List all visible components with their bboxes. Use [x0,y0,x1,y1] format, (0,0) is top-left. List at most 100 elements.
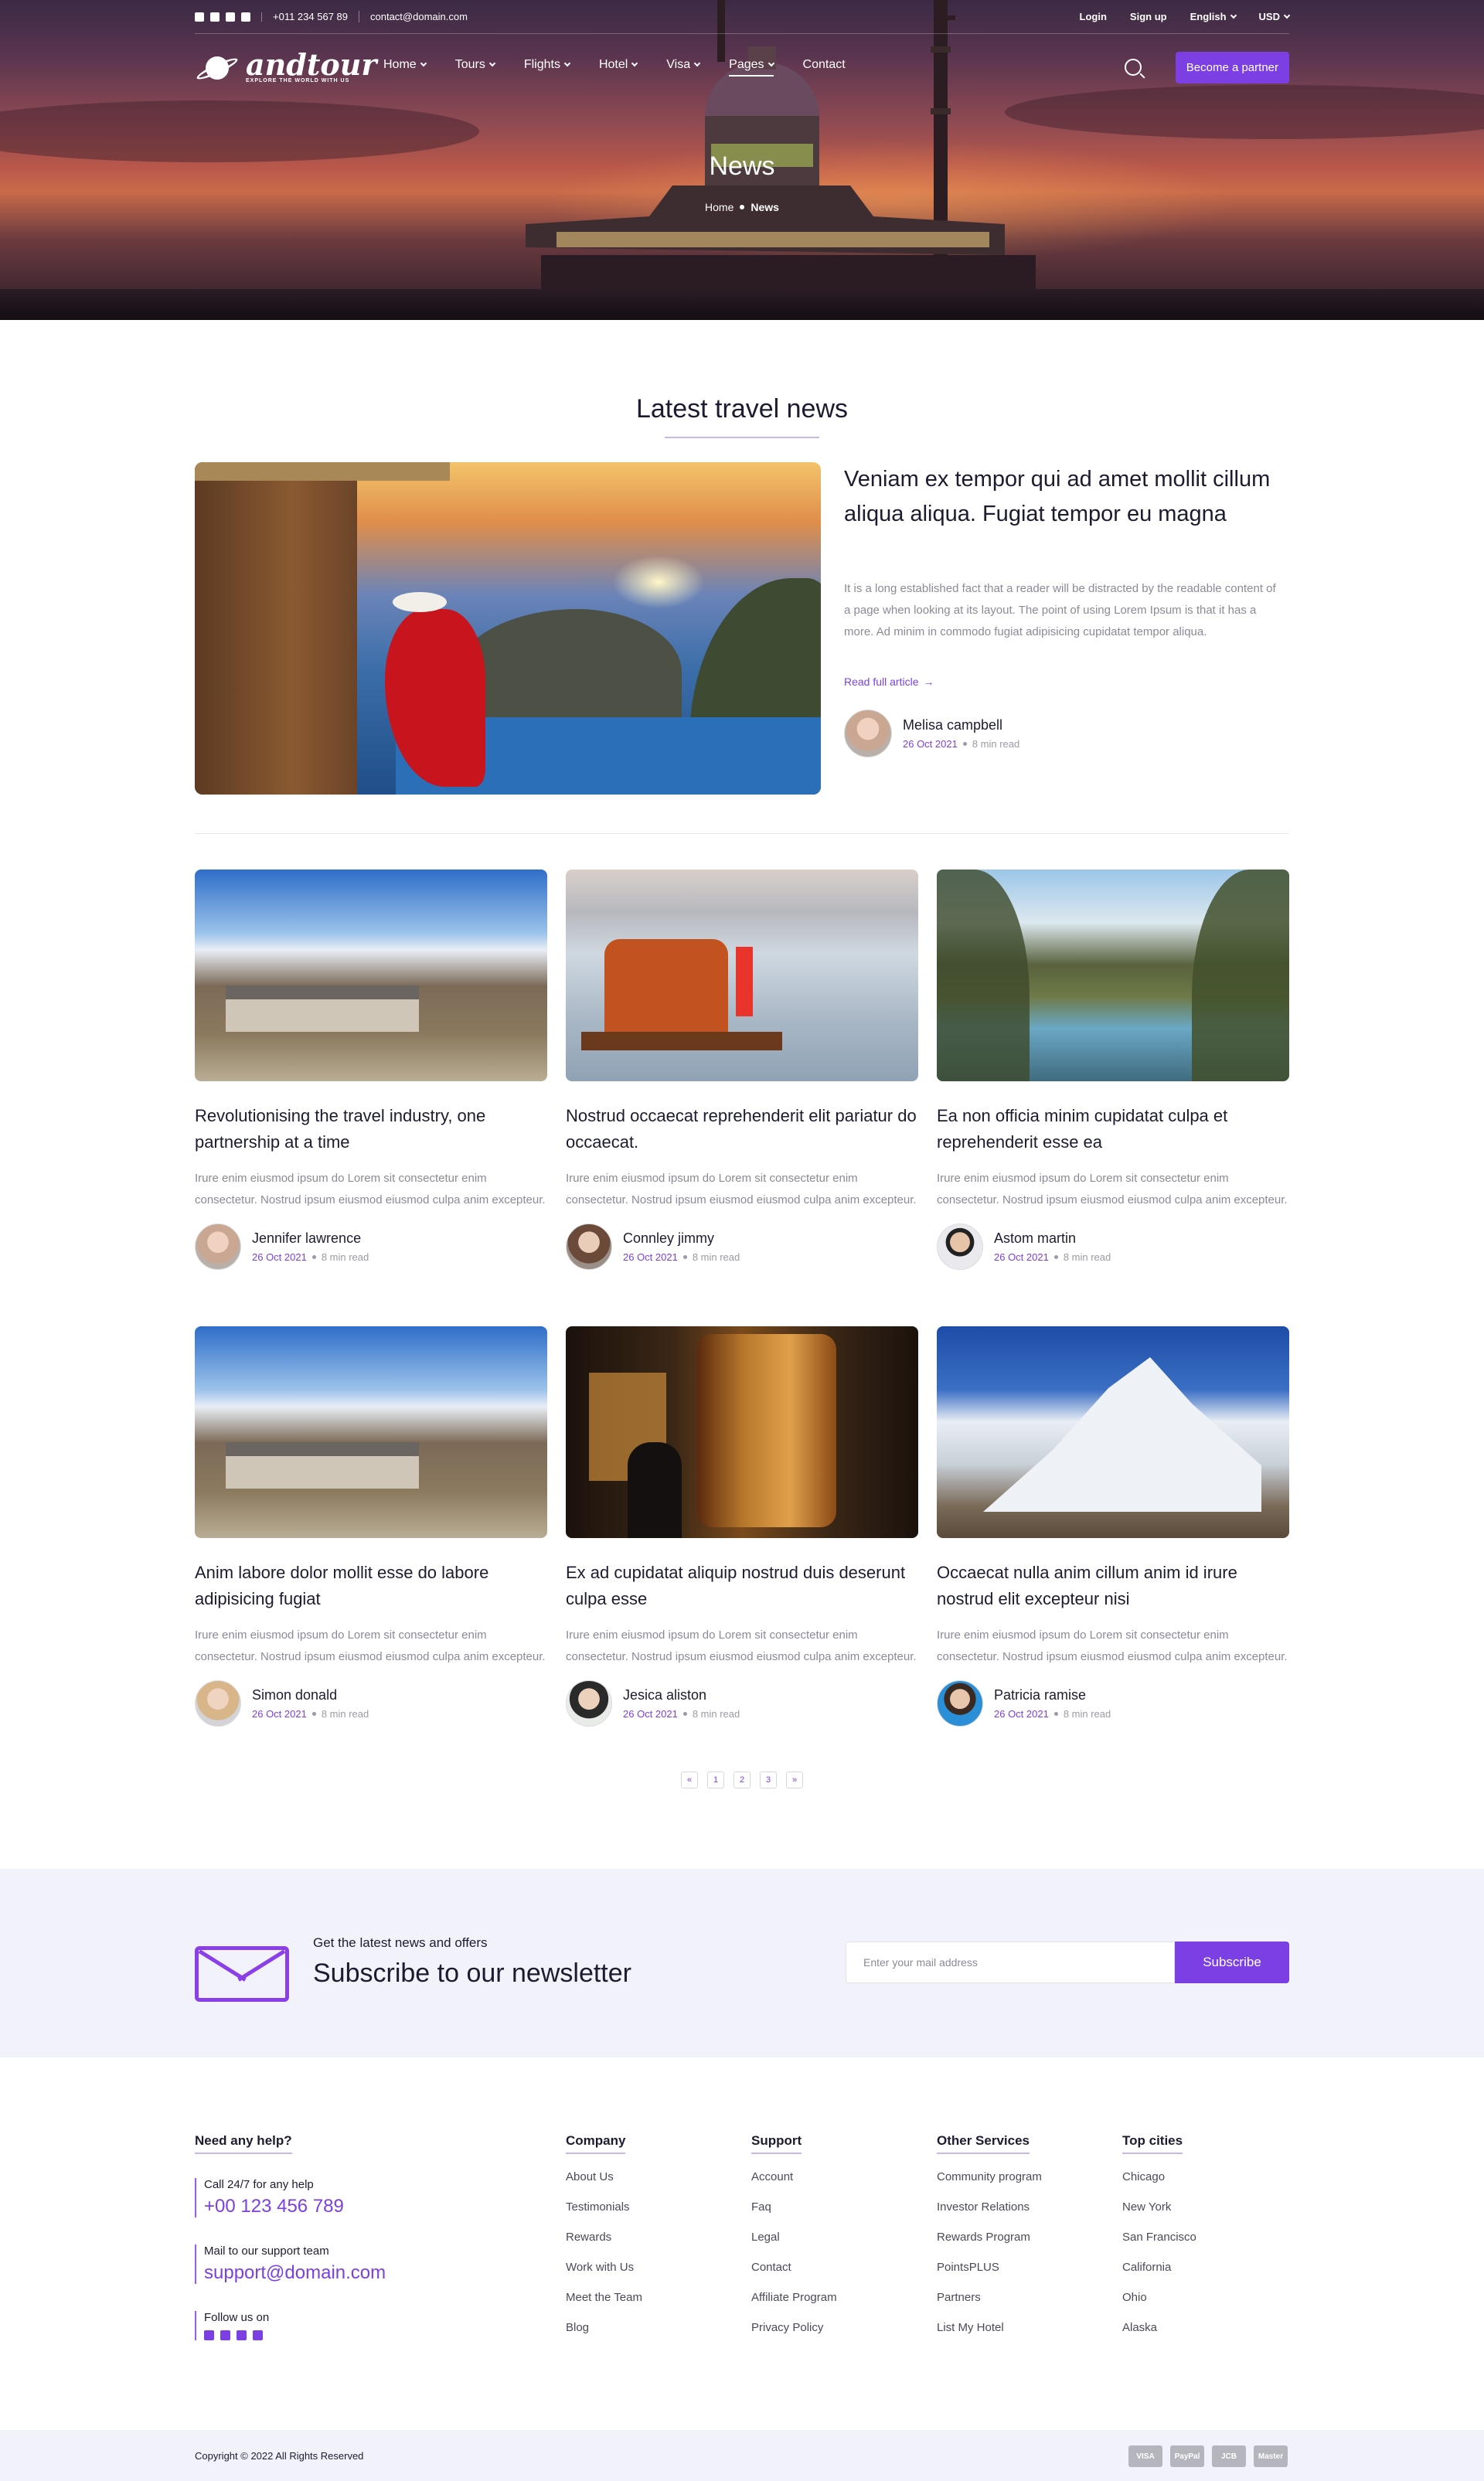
footer-link[interactable]: Privacy Policy [751,2321,837,2351]
footer-link[interactable]: Faq [751,2200,837,2231]
footer-link[interactable]: Alaska [1122,2321,1196,2351]
footer-link[interactable]: Blog [566,2321,642,2351]
article-title[interactable]: Ex ad cupidatat aliquip nostrud duis des… [566,1560,918,1614]
avatar [844,710,892,757]
search-icon[interactable] [1124,59,1142,76]
article-card[interactable]: Occaecat nulla anim cillum anim id irure… [937,1326,1289,1727]
support-email[interactable]: support@domain.com [204,2262,386,2284]
footer-link[interactable]: Account [751,2170,837,2200]
nav-item-flights[interactable]: Flights [524,58,571,77]
nav-item-hotel[interactable]: Hotel [599,58,638,77]
article-image[interactable] [937,1326,1289,1538]
nav-item-contact[interactable]: Contact [803,58,846,77]
article-title[interactable]: Occaecat nulla anim cillum anim id irure… [937,1560,1289,1614]
nav-item-pages[interactable]: Pages [729,58,774,77]
read-time: 8 min read [692,1708,740,1720]
brand-logo[interactable]: andtour EXPLORE THE WORLD WITH US [195,46,380,84]
chevron-down-icon [488,60,496,67]
article-image[interactable] [195,1326,547,1538]
login-link[interactable]: Login [1080,11,1107,22]
footer-link[interactable]: About Us [566,2170,642,2200]
article-card[interactable]: Anim labore dolor mollit esse do labore … [195,1326,547,1727]
post-date: 26 Oct 2021 [994,1708,1049,1720]
facebook-icon[interactable] [195,12,204,22]
footer-link[interactable]: Rewards Program [937,2231,1042,2261]
nav-item-tours[interactable]: Tours [455,58,496,77]
pagination-page[interactable]: 2 [733,1771,751,1788]
article-title[interactable]: Ea non officia minim cupidatat culpa et … [937,1103,1289,1157]
footer-link[interactable]: Investor Relations [937,2200,1042,2231]
nav-item-visa[interactable]: Visa [666,58,701,77]
pagination-prev[interactable]: « [681,1771,698,1788]
facebook-icon[interactable] [204,2330,214,2340]
twitter-icon[interactable] [220,2330,230,2340]
footer-link[interactable]: PointsPLUS [937,2261,1042,2291]
nav-item-home[interactable]: Home [383,58,427,77]
breadcrumb-current: News [751,201,779,213]
article-image[interactable] [195,870,547,1081]
follow-block: Follow us on [195,2311,269,2340]
top-phone[interactable]: +011 234 567 89 [262,11,359,22]
footer-link[interactable]: California [1122,2261,1196,2291]
footer-link[interactable]: Chicago [1122,2170,1196,2200]
featured-image[interactable] [195,462,821,795]
article-desc: Irure enim eiusmod ipsum do Lorem sit co… [566,1172,917,1206]
subscribe-button[interactable]: Subscribe [1175,1942,1289,1983]
read-time: 8 min read [321,1251,369,1263]
top-social-icons [195,12,262,22]
footer-link[interactable]: Ohio [1122,2291,1196,2321]
article-card[interactable]: Ex ad cupidatat aliquip nostrud duis des… [566,1326,918,1727]
footer-link[interactable]: List My Hotel [937,2321,1042,2351]
footer-link[interactable]: Testimonials [566,2200,642,2231]
instagram-icon[interactable] [237,2330,247,2340]
footer-link[interactable]: Legal [751,2231,837,2261]
read-full-article-link[interactable]: Read full article → [844,676,934,688]
pagination-page[interactable]: 1 [707,1771,724,1788]
footer-link[interactable]: Rewards [566,2231,642,2261]
featured-title[interactable]: Veniam ex tempor qui ad amet mollit cill… [844,462,1277,532]
twitter-icon[interactable] [210,12,220,22]
chevron-down-icon [420,60,427,67]
currency-select[interactable]: USD [1259,11,1291,22]
help-mail-block: Mail to our support team support@domain.… [195,2244,386,2284]
footer-link[interactable]: Contact [751,2261,837,2291]
footer-link[interactable]: San Francisco [1122,2231,1196,2261]
linkedin-icon[interactable] [241,12,250,22]
city-skyline [0,289,1484,320]
pagination-next[interactable]: » [786,1771,803,1788]
brand-name: andtour [246,46,377,82]
newsletter-email-input[interactable] [846,1942,1175,1983]
linkedin-icon[interactable] [253,2330,263,2340]
chevron-down-icon [1283,12,1291,19]
support-phone[interactable]: +00 123 456 789 [204,2196,344,2217]
footer-link[interactable]: New York [1122,2200,1196,2231]
footer-link[interactable]: Community program [937,2170,1042,2200]
pagination-page[interactable]: 3 [760,1771,777,1788]
article-card[interactable]: Ea non officia minim cupidatat culpa et … [937,870,1289,1270]
language-select[interactable]: English [1190,11,1237,22]
author-name: Astom martin [994,1230,1077,1246]
article-desc: Irure enim eiusmod ipsum do Lorem sit co… [937,1172,1288,1206]
breadcrumb-home[interactable]: Home [705,201,733,213]
article-card[interactable]: Nostrud occaecat reprehenderit elit pari… [566,870,918,1270]
instagram-icon[interactable] [226,12,235,22]
newsletter-kicker: Get the latest news and offers [313,1935,488,1950]
top-email[interactable]: contact@domain.com [359,11,478,22]
footer-link[interactable]: Partners [937,2291,1042,2321]
article-desc: Irure enim eiusmod ipsum do Lorem sit co… [937,1628,1288,1663]
article-title[interactable]: Anim labore dolor mollit esse do labore … [195,1560,547,1614]
planet-logo-icon [195,50,240,84]
article-image[interactable] [566,870,918,1081]
article-card[interactable]: Revolutionising the travel industry, one… [195,870,547,1270]
become-partner-button[interactable]: Become a partner [1175,51,1289,83]
article-author: Simon donald 26 Oct 2021 8 min read [195,1680,547,1727]
footer-link[interactable]: Meet the Team [566,2291,642,2321]
article-image[interactable] [937,870,1289,1081]
article-title[interactable]: Revolutionising the travel industry, one… [195,1103,547,1157]
signup-link[interactable]: Sign up [1130,11,1167,22]
article-title[interactable]: Nostrud occaecat reprehenderit elit pari… [566,1103,918,1157]
article-image[interactable] [566,1326,918,1538]
footer-link[interactable]: Affiliate Program [751,2291,837,2321]
bottom-bar: Copyright © 2022 All Rights Reserved VIS… [0,2430,1484,2481]
footer-link[interactable]: Work with Us [566,2261,642,2291]
